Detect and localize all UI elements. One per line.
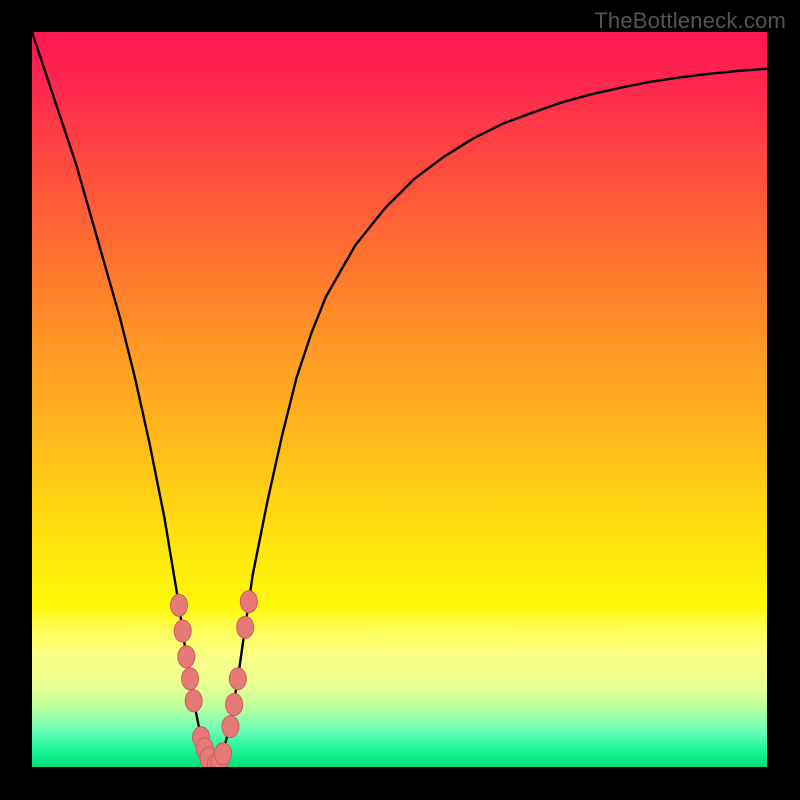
chart-frame: TheBottleneck.com bbox=[0, 0, 800, 800]
bottleneck-curve bbox=[32, 32, 767, 767]
curve-marker bbox=[185, 690, 202, 712]
curve-marker bbox=[215, 743, 232, 765]
curve-marker bbox=[182, 668, 199, 690]
plot-area bbox=[32, 32, 767, 767]
bottleneck-curve-svg bbox=[32, 32, 767, 767]
curve-markers bbox=[171, 591, 258, 767]
curve-marker bbox=[226, 694, 243, 716]
watermark-text: TheBottleneck.com bbox=[594, 8, 786, 34]
curve-marker bbox=[174, 620, 191, 642]
curve-marker bbox=[171, 594, 188, 616]
curve-marker bbox=[229, 668, 246, 690]
curve-marker bbox=[237, 616, 254, 638]
curve-marker bbox=[240, 591, 257, 613]
curve-marker bbox=[178, 646, 195, 668]
curve-marker bbox=[222, 716, 239, 738]
